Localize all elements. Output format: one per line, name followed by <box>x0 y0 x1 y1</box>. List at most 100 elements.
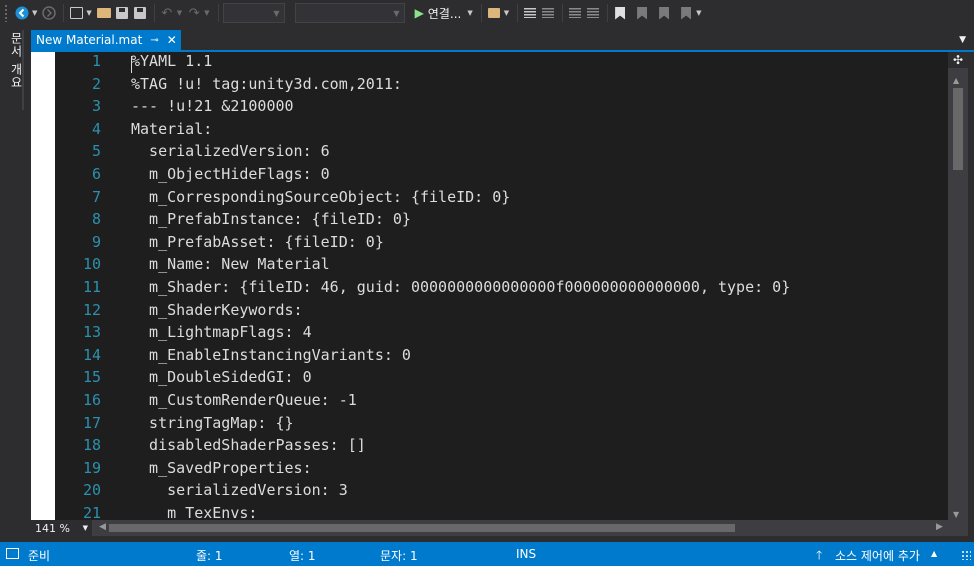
back-icon[interactable] <box>14 2 30 24</box>
pin-icon[interactable]: ⊸ <box>150 35 158 46</box>
forward-icon[interactable] <box>41 2 57 24</box>
comment-icon[interactable] <box>567 2 583 24</box>
scroll-right-icon[interactable]: ▶ <box>936 522 943 532</box>
code-text[interactable]: m_TexEnvs: <box>131 504 257 520</box>
code-line[interactable]: 15 m_DoubleSidedGI: 0 <box>31 368 931 391</box>
bookmark-icon[interactable] <box>612 2 628 24</box>
toolbar-overflow-icon[interactable]: ▼ <box>696 9 701 17</box>
tab-list-dropdown-icon[interactable]: ▼ <box>959 35 966 45</box>
resize-grip[interactable] <box>961 550 971 560</box>
code-line[interactable]: 1 %YAML 1.1 <box>31 52 931 75</box>
zoom-dropdown-icon[interactable]: ▼ <box>83 524 88 532</box>
code-text[interactable]: serializedVersion: 6 <box>131 142 330 160</box>
code-line[interactable]: 2 %TAG !u! tag:unity3d.com,2011: <box>31 75 931 98</box>
code-line[interactable]: 20 serializedVersion: 3 <box>31 481 931 504</box>
code-line[interactable]: 16 m_CustomRenderQueue: -1 <box>31 391 931 414</box>
code-line[interactable]: 7 m_CorrespondingSourceObject: {fileID: … <box>31 188 931 211</box>
undo-icon[interactable]: ↶ <box>159 2 175 24</box>
uncomment-icon[interactable] <box>585 2 601 24</box>
code-editor[interactable]: 1 %YAML 1.1 2 %TAG !u! tag:unity3d.com,2011… <box>31 52 948 520</box>
redo-dropdown-icon[interactable]: ▼ <box>204 9 209 17</box>
indent-icon[interactable] <box>522 2 538 24</box>
back-dropdown-icon[interactable]: ▼ <box>32 9 37 17</box>
horizontal-scroll-thumb[interactable] <box>109 524 735 532</box>
code-line[interactable]: 21 m_TexEnvs: <box>31 504 931 520</box>
code-line[interactable]: 4 Material: <box>31 120 931 143</box>
new-project-dropdown-icon[interactable]: ▼ <box>86 9 91 17</box>
close-icon[interactable]: ✕ <box>167 33 177 47</box>
code-line[interactable]: 11 m_Shader: {fileID: 46, guid: 00000000… <box>31 278 931 301</box>
save-icon[interactable] <box>114 2 130 24</box>
code-line[interactable]: 13 m_LightmapFlags: 4 <box>31 323 931 346</box>
code-text[interactable]: m_Name: New Material <box>131 255 330 273</box>
code-text[interactable]: --- !u!21 &2100000 <box>131 97 294 115</box>
code-text[interactable]: %TAG !u! tag:unity3d.com,2011: <box>131 75 402 93</box>
line-number: 10 <box>82 255 101 274</box>
find-in-files-icon[interactable] <box>486 2 502 24</box>
source-control-dropdown-icon[interactable]: ▲ <box>931 549 937 558</box>
zoom-select[interactable]: 141 % ▼ <box>31 520 93 536</box>
code-text[interactable]: m_Shader: {fileID: 46, guid: 00000000000… <box>131 278 790 296</box>
code-text[interactable]: stringTagMap: {} <box>131 414 294 432</box>
toolbar-separator <box>562 4 564 22</box>
line-number: 17 <box>82 413 101 432</box>
code-text[interactable]: m_PrefabAsset: {fileID: 0} <box>131 233 384 251</box>
scroll-left-icon[interactable]: ◀ <box>99 522 106 532</box>
split-editor-icon[interactable]: ✣ <box>948 52 968 68</box>
redo-icon[interactable]: ↷ <box>186 2 202 24</box>
editor-bottom-bar: 141 % ▼ ◀ ▶ <box>31 520 968 536</box>
code-text[interactable]: m_CustomRenderQueue: -1 <box>131 391 357 409</box>
code-text[interactable]: m_DoubleSidedGI: 0 <box>131 368 312 386</box>
code-line[interactable]: 17 stringTagMap: {} <box>31 414 931 437</box>
undo-dropdown-icon[interactable]: ▼ <box>177 9 182 17</box>
code-text[interactable]: Material: <box>131 120 212 138</box>
vertical-scroll-thumb[interactable] <box>953 88 963 170</box>
code-text[interactable]: m_LightmapFlags: 4 <box>131 323 312 341</box>
source-control-button[interactable]: 소스 제어에 추가 <box>835 547 920 564</box>
start-dropdown-icon[interactable]: ▼ <box>467 9 472 17</box>
code-line[interactable]: 14 m_EnableInstancingVariants: 0 <box>31 346 931 369</box>
code-line[interactable]: 9 m_PrefabAsset: {fileID: 0} <box>31 233 931 256</box>
document-outline-tab[interactable]: 문서 개요 <box>6 30 24 110</box>
code-line[interactable]: 18 disabledShaderPasses: [] <box>31 436 931 459</box>
next-bookmark-icon[interactable] <box>656 2 672 24</box>
start-icon[interactable]: ▶ <box>415 6 424 20</box>
output-window-icon[interactable] <box>6 548 19 559</box>
code-line[interactable]: 12 m_ShaderKeywords: <box>31 301 931 324</box>
scroll-down-icon[interactable]: ▼ <box>953 510 959 519</box>
toolbar-grip[interactable] <box>4 4 8 22</box>
solution-platform-select[interactable]: ▼ <box>294 3 405 23</box>
find-dropdown-icon[interactable]: ▼ <box>504 9 509 17</box>
code-text[interactable]: m_SavedProperties: <box>131 459 312 477</box>
clear-bookmarks-icon[interactable] <box>678 2 694 24</box>
source-control-icon[interactable]: 🡑 <box>816 546 822 566</box>
save-all-icon[interactable] <box>132 2 148 24</box>
status-column: 열: 1 <box>289 549 316 563</box>
code-text[interactable]: m_EnableInstancingVariants: 0 <box>131 346 411 364</box>
line-number: 2 <box>91 74 101 93</box>
open-file-icon[interactable] <box>96 2 112 24</box>
status-bar: 준비 줄: 1 열: 1 문자: 1 INS 🡑 소스 제어에 추가 ▲ <box>0 542 974 566</box>
new-project-icon[interactable] <box>68 2 84 24</box>
prev-bookmark-icon[interactable] <box>634 2 650 24</box>
start-button-label[interactable]: 연결... <box>428 5 462 22</box>
line-number: 4 <box>91 119 101 138</box>
scroll-up-icon[interactable]: ▲ <box>953 76 959 85</box>
code-text[interactable]: m_CorrespondingSourceObject: {fileID: 0} <box>131 188 510 206</box>
vertical-scrollbar[interactable]: ✣ ▲ ▼ <box>948 52 968 520</box>
code-text[interactable]: %YAML 1.1 <box>131 52 212 70</box>
code-text[interactable]: disabledShaderPasses: [] <box>131 436 366 454</box>
code-line[interactable]: 8 m_PrefabInstance: {fileID: 0} <box>31 210 931 233</box>
code-text[interactable]: m_PrefabInstance: {fileID: 0} <box>131 210 411 228</box>
code-text[interactable]: serializedVersion: 3 <box>131 481 348 499</box>
outdent-icon[interactable] <box>540 2 556 24</box>
document-tab[interactable]: New Material.mat ⊸ ✕ <box>31 30 181 50</box>
code-line[interactable]: 3 --- !u!21 &2100000 <box>31 97 931 120</box>
code-text[interactable]: m_ShaderKeywords: <box>131 301 303 319</box>
code-line[interactable]: 19 m_SavedProperties: <box>31 459 931 482</box>
solution-config-select[interactable]: ▼ <box>222 3 285 23</box>
code-line[interactable]: 10 m_Name: New Material <box>31 255 931 278</box>
code-text[interactable]: m_ObjectHideFlags: 0 <box>131 165 330 183</box>
code-line[interactable]: 6 m_ObjectHideFlags: 0 <box>31 165 931 188</box>
code-line[interactable]: 5 serializedVersion: 6 <box>31 142 931 165</box>
